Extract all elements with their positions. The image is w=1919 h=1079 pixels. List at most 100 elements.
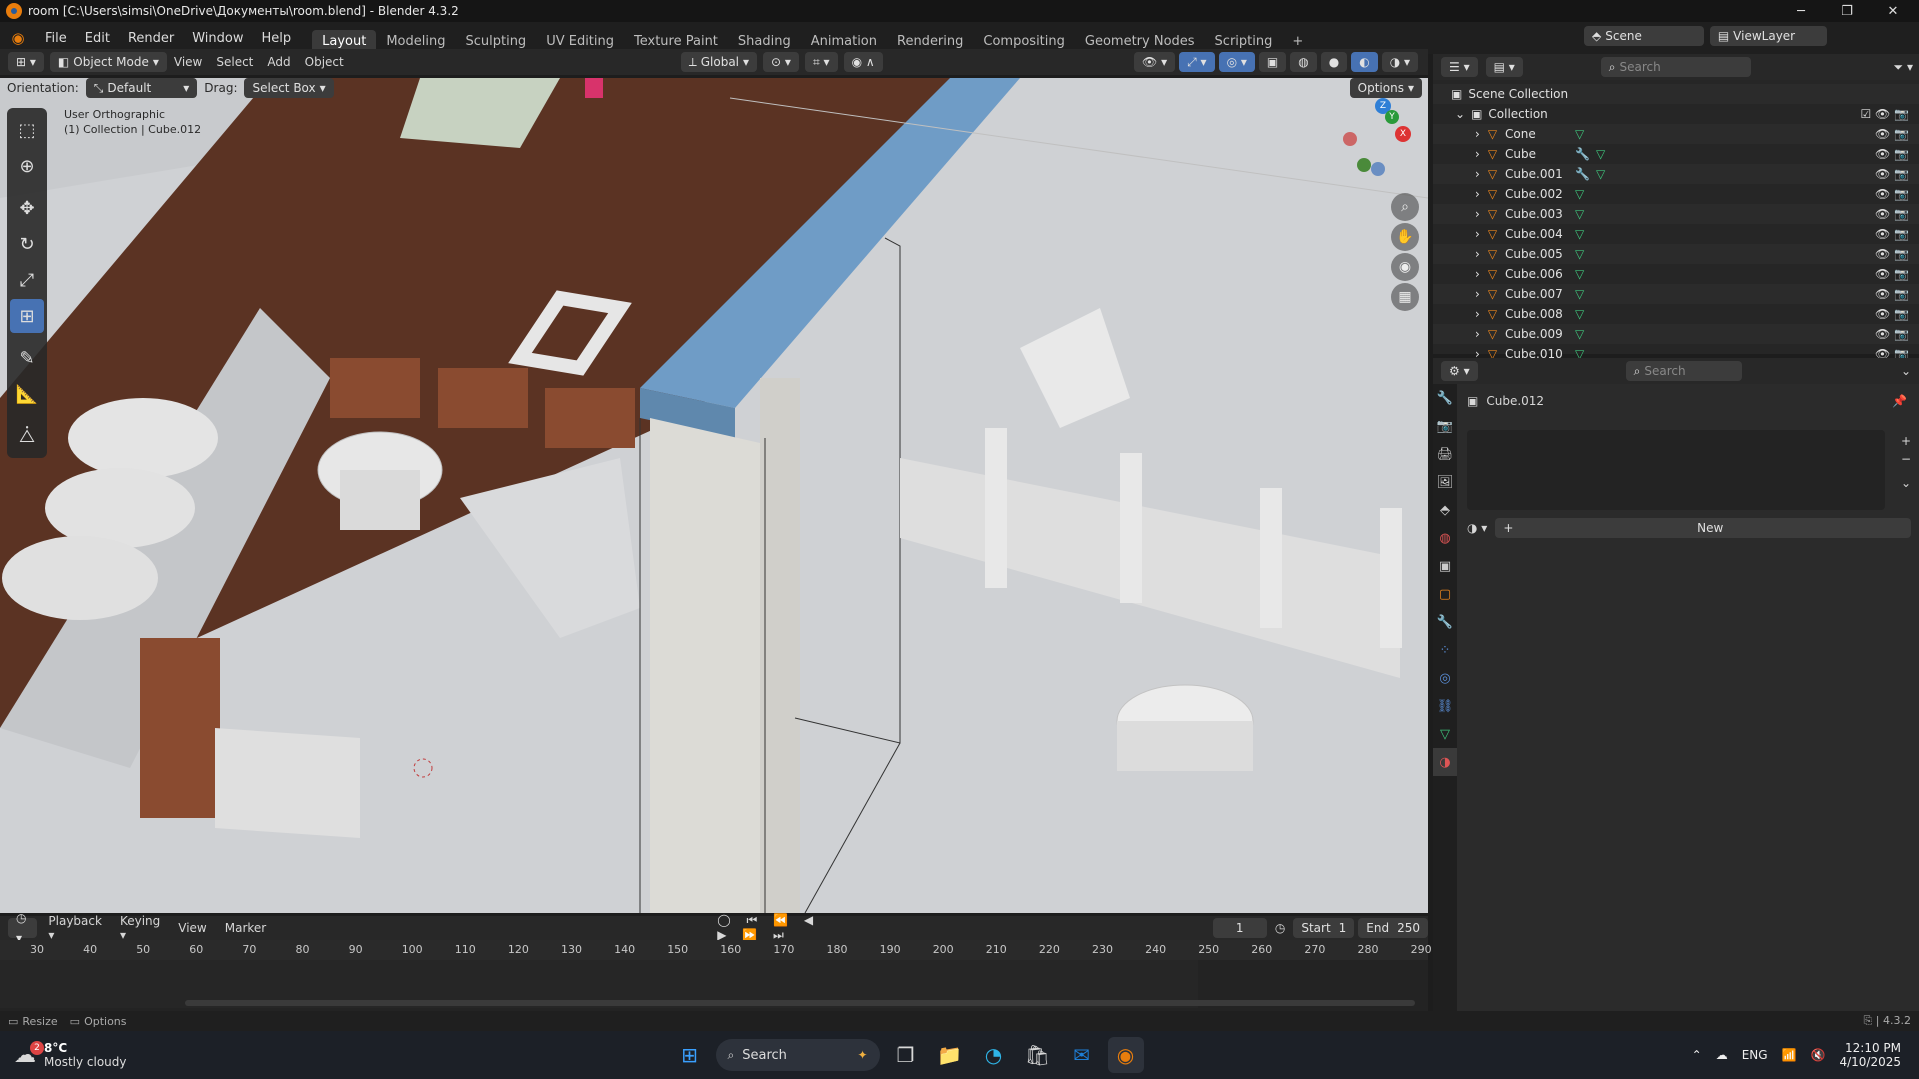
material-tab-icon[interactable]: ◑ (1433, 748, 1457, 776)
outliner-editor-type-icon[interactable]: ☰ ▾ (1441, 57, 1478, 77)
zoom-icon[interactable]: ⌕ (1391, 193, 1419, 221)
properties-options-icon[interactable]: ⌄ (1901, 364, 1911, 378)
collection-tab-icon[interactable]: ▣ (1433, 552, 1457, 580)
menu-help[interactable]: Help (253, 31, 301, 46)
scene-field[interactable]: ⬘ Scene (1584, 26, 1704, 46)
overlay-icon[interactable]: ◎ ▾ (1218, 52, 1255, 72)
scene-collection-row[interactable]: ▣ Scene Collection (1433, 84, 1919, 104)
xray-icon[interactable]: ▣ (1258, 52, 1287, 72)
task-view-icon[interactable]: ❐ (888, 1037, 924, 1073)
expand-arrow-icon[interactable]: › (1475, 207, 1480, 221)
minimize-icon[interactable]: ─ (1778, 0, 1824, 22)
ortho-grid-icon[interactable]: ▦ (1391, 283, 1419, 311)
viewport-menu-object[interactable]: Object (298, 55, 351, 69)
expand-arrow-icon[interactable]: › (1475, 227, 1480, 241)
scale-icon[interactable]: ⤢ (10, 263, 44, 297)
object-visibility-toggles[interactable]: 👁 📷 (1875, 227, 1909, 241)
volume-muted-icon[interactable]: 🔇 (1811, 1048, 1826, 1062)
filter-icon[interactable]: ⏷ ▾ (1894, 60, 1913, 75)
pivot-icon[interactable]: ⊙ ▾ (763, 52, 799, 72)
blender-taskbar-icon[interactable]: ◉ (1107, 1037, 1144, 1073)
expand-arrow-icon[interactable]: › (1475, 287, 1480, 301)
timeline-menu-marker[interactable]: Marker (218, 921, 273, 935)
timeline-menu-view[interactable]: View (171, 921, 213, 935)
outlook-icon[interactable]: ✉ (1064, 1037, 1100, 1073)
drag-dropdown[interactable]: Select Box ▾ (244, 78, 334, 98)
weather-widget[interactable]: ☁ 2 8°C Mostly cloudy (14, 1040, 127, 1069)
timeline-scrollbar[interactable] (185, 1000, 1415, 1006)
axis-neg-x-icon[interactable] (1343, 132, 1357, 146)
transform-icon[interactable]: ⊞ (10, 299, 44, 333)
add-cube-icon[interactable]: ⧊ (10, 419, 44, 453)
physics-tab-icon[interactable]: ◎ (1433, 664, 1457, 692)
shading-rendered-icon[interactable]: ◑ ▾ (1381, 52, 1418, 72)
collection-row[interactable]: ⌄ ▣ Collection ☑ 👁 📷 (1433, 104, 1919, 124)
cursor-icon[interactable]: ⊕ (10, 149, 44, 183)
expand-arrow-icon[interactable]: › (1475, 147, 1480, 161)
object-visibility-toggles[interactable]: 👁 📷 (1875, 287, 1909, 301)
current-frame-field[interactable]: 1 (1212, 918, 1267, 938)
menu-render[interactable]: Render (119, 31, 183, 46)
shading-wireframe-icon[interactable]: ◍ (1290, 52, 1317, 72)
object-visibility-toggles[interactable]: 👁 📷 (1875, 167, 1909, 181)
outliner-object-row[interactable]: › ▽ Cone ▽ 👁 📷 (1433, 124, 1919, 144)
3d-viewport[interactable]: User Orthographic (1) Collection | Cube.… (0, 78, 1428, 913)
timeline-editor-type-icon[interactable]: ◷ ▾ (8, 911, 38, 945)
collapse-arrow-icon[interactable]: ⌄ (1455, 107, 1465, 121)
collection-toggles[interactable]: ☑ 👁 📷 (1860, 107, 1909, 121)
display-mode-icon[interactable]: ▤ ▾ (1485, 57, 1523, 77)
add-slot-icon[interactable]: + (1901, 434, 1911, 448)
scene-tab-icon[interactable]: ⬘ (1433, 496, 1457, 524)
timeline-menu-keying[interactable]: Keying ▾ (113, 914, 167, 942)
menu-edit[interactable]: Edit (76, 31, 119, 46)
outliner-object-row[interactable]: › ▽ Cube.003 ▽ 👁 📷 (1433, 204, 1919, 224)
select-box-icon[interactable]: ⬚ (10, 113, 44, 147)
modifier-tab-icon[interactable]: 🔧 (1433, 608, 1457, 636)
edge-browser-icon[interactable]: ◔ (976, 1037, 1012, 1073)
outliner-object-row[interactable]: › ▽ Cube.005 ▽ 👁 📷 (1433, 244, 1919, 264)
expand-arrow-icon[interactable]: › (1475, 187, 1480, 201)
measure-icon[interactable]: 📐 (10, 377, 44, 411)
object-visibility-toggles[interactable]: 👁 📷 (1875, 127, 1909, 141)
shading-solid-icon[interactable]: ● (1320, 52, 1348, 72)
object-visibility-toggles[interactable]: 👁 📷 (1875, 267, 1909, 281)
wifi-icon[interactable]: 📶 (1782, 1048, 1797, 1062)
viewport-menu-add[interactable]: Add (260, 55, 297, 69)
world-tab-icon[interactable]: ◍ (1433, 524, 1457, 552)
store-icon[interactable]: 🛍 (1020, 1037, 1056, 1073)
options-dropdown[interactable]: Options ▾ (1349, 78, 1422, 98)
object-visibility-toggles[interactable]: 👁 📷 (1875, 307, 1909, 321)
tool-tab-icon[interactable]: 🔧 (1433, 384, 1457, 412)
viewport-menu-view[interactable]: View (167, 55, 209, 69)
expand-arrow-icon[interactable]: › (1475, 307, 1480, 321)
restore-icon[interactable]: ❐ (1824, 0, 1870, 22)
shading-material-icon[interactable]: ◐ (1351, 52, 1378, 72)
object-visibility-toggles[interactable]: 👁 📷 (1875, 147, 1909, 161)
object-visibility-toggles[interactable]: 👁 📷 (1875, 207, 1909, 221)
proportional-edit-icon[interactable]: ◉ ∧ (843, 52, 883, 72)
outliner-object-row[interactable]: › ▽ Cube 🔧 ▽ 👁 📷 (1433, 144, 1919, 164)
properties-editor-type-icon[interactable]: ⚙ ▾ (1441, 361, 1478, 381)
snap-icon[interactable]: ⌗ ▾ (804, 52, 838, 72)
rotate-icon[interactable]: ↻ (10, 227, 44, 261)
object-visibility-toggles[interactable]: 👁 📷 (1875, 327, 1909, 341)
viewlayer-field[interactable]: ▤ ViewLayer (1709, 26, 1828, 46)
expand-arrow-icon[interactable]: › (1475, 167, 1480, 181)
gizmo-icon[interactable]: ⤢ ▾ (1179, 52, 1215, 72)
menu-file[interactable]: File (36, 31, 76, 46)
axis-neg-y-icon[interactable] (1357, 158, 1371, 172)
expand-arrow-icon[interactable]: › (1475, 127, 1480, 141)
properties-search-field[interactable]: ⌕ Search (1625, 361, 1742, 381)
pan-hand-icon[interactable]: ✋ (1391, 223, 1419, 251)
outliner-search-field[interactable]: ⌕ Search (1600, 57, 1751, 77)
constraints-tab-icon[interactable]: ⛓ (1433, 692, 1457, 720)
slot-menu-icon[interactable]: ⌄ (1901, 476, 1911, 490)
timeline-menu-playback[interactable]: Playback ▾ (41, 914, 109, 942)
particles-tab-icon[interactable]: ⁘ (1433, 636, 1457, 664)
clock-icon[interactable]: ◷ (1275, 921, 1285, 935)
material-slots-list[interactable] (1467, 430, 1885, 510)
start-frame-field[interactable]: Start 1 (1293, 918, 1355, 938)
start-windows-icon[interactable]: ⊞ (672, 1037, 708, 1073)
close-icon[interactable]: ✕ (1870, 0, 1916, 22)
tray-chevron-icon[interactable]: ⌃ (1692, 1048, 1702, 1062)
